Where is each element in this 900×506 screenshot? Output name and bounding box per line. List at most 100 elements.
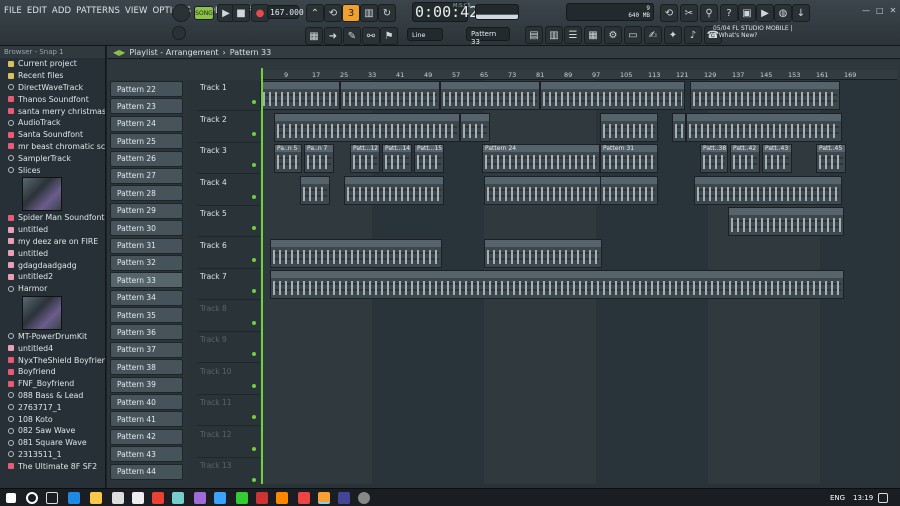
pattern-clip[interactable]: Pattern 24 (482, 144, 600, 173)
browser-item[interactable]: The Ultimate 8F SF2 (0, 460, 105, 472)
clock[interactable]: 13:19 (853, 494, 873, 502)
touch-keyboard-icon[interactable]: ♪ (684, 26, 702, 44)
browser-item[interactable]: NyxTheShield Boyfriend (0, 354, 105, 366)
link-icon[interactable]: ⚯ (362, 27, 380, 45)
track-header[interactable]: Track 5 (198, 206, 260, 237)
pattern-item[interactable]: Pattern 24 (110, 115, 183, 132)
language-indicator[interactable]: ENG (830, 494, 845, 502)
pencil-icon[interactable]: ✎ (343, 27, 361, 45)
track-mute-led[interactable] (252, 415, 256, 419)
browser-item[interactable]: 2763717_1 (0, 401, 105, 413)
track-mute-led[interactable] (252, 163, 256, 167)
app-icon-8[interactable] (338, 492, 350, 504)
browser-item[interactable]: FNF_Boyfriend (0, 378, 105, 390)
metronome-icon[interactable]: ⌃ (306, 4, 324, 22)
browser-item[interactable]: Harmor (0, 283, 105, 295)
browser-item[interactable]: untitled (0, 247, 105, 259)
pattern-item[interactable]: Pattern 28 (110, 185, 183, 202)
save-icon[interactable]: ▣ (738, 4, 756, 22)
timeline-ruler[interactable]: 9 17 25 33 41 49 57 65 73 81 89 97 105 113 121 129 137 14… (260, 70, 897, 80)
pattern-clip[interactable]: Pattern 31 (600, 144, 658, 173)
track-mute-led[interactable] (252, 194, 256, 199)
browser-item[interactable]: Recent files (0, 70, 105, 82)
track-header[interactable]: Track 4 (198, 175, 260, 206)
browser-item[interactable]: Boyfriend (0, 366, 105, 378)
tempo-display[interactable]: 167.000 (267, 5, 304, 19)
track-mute-led[interactable] (252, 478, 256, 482)
pattern-item[interactable]: Pattern 39 (110, 376, 183, 393)
browser-item[interactable]: 2313511_1 (0, 449, 105, 461)
pattern-clip[interactable] (694, 175, 842, 205)
browser-item[interactable]: 082 Saw Wave (0, 425, 105, 437)
app-icon-7[interactable] (298, 492, 310, 504)
playhead[interactable] (261, 68, 263, 484)
search-icon[interactable] (26, 492, 38, 504)
countdown-icon[interactable]: 3 (342, 4, 360, 22)
app-icon-9[interactable] (358, 492, 370, 504)
script-icon[interactable]: ✍ (644, 26, 662, 44)
app-icon-3[interactable] (214, 492, 226, 504)
chat-icon[interactable]: ◍ (774, 4, 792, 22)
cut-icon[interactable]: ✂ (680, 4, 698, 22)
song-mode-button[interactable]: SONG (194, 6, 214, 20)
browser-item[interactable]: DirectWaveTrack (0, 82, 105, 94)
pattern-item[interactable]: Pattern 36 (110, 324, 183, 341)
track-mute-led[interactable] (252, 446, 256, 451)
master-pitch-knob[interactable] (172, 26, 186, 40)
pattern-clip[interactable] (300, 175, 330, 205)
wait-record-icon[interactable]: ⟲ (324, 4, 342, 22)
help-icon[interactable]: ? (720, 4, 738, 22)
pattern-clip[interactable]: Patt..42 (730, 144, 760, 173)
maximize-icon[interactable]: □ (876, 6, 884, 15)
pattern-clip[interactable] (540, 81, 685, 110)
pattern-clip[interactable]: Patt..43 (762, 144, 792, 173)
pattern-item[interactable]: Pattern 44 (110, 463, 183, 480)
pattern-clip[interactable] (460, 112, 490, 142)
browser-item[interactable]: 108 Koto (0, 413, 105, 425)
pattern-clip[interactable]: Patt...14 (382, 144, 412, 173)
notification-icon[interactable] (878, 493, 888, 503)
menu-item-patterns[interactable]: PATTERNS (76, 6, 120, 16)
loop-record-icon[interactable]: ↻ (378, 4, 396, 22)
arrow-icon[interactable]: ➜ (324, 27, 342, 45)
pattern-item[interactable]: Pattern 25 (110, 133, 183, 150)
pattern-item[interactable]: Pattern 35 (110, 307, 183, 324)
pattern-clip[interactable] (728, 207, 844, 236)
pattern-clip[interactable] (484, 175, 602, 205)
pattern-item[interactable]: Pattern 30 (110, 220, 183, 237)
menu-item-view[interactable]: VIEW (125, 6, 148, 16)
browser-item[interactable]: untitled (0, 224, 105, 236)
pattern-clip[interactable]: Patt..45 (816, 144, 846, 173)
track-mute-led[interactable] (252, 100, 256, 104)
browser-item[interactable]: Santa Soundfont (0, 129, 105, 141)
browser-item[interactable]: Thanos Soundfont (0, 93, 105, 105)
pattern-item[interactable]: Pattern 32 (110, 254, 183, 271)
store-icon[interactable] (112, 492, 124, 504)
pattern-item[interactable]: Pattern 31 (110, 237, 183, 254)
track-header[interactable]: Track 12 (198, 427, 260, 458)
browser-title[interactable]: Browser - Snap 1 (0, 46, 105, 58)
browser-item[interactable]: AudioTrack (0, 117, 105, 129)
pattern-clip[interactable]: Pa..n 5 (274, 144, 302, 173)
menu-item-add[interactable]: ADD (52, 6, 71, 16)
track-mute-led[interactable] (252, 131, 256, 136)
pattern-clip[interactable] (340, 81, 440, 110)
minimize-icon[interactable]: — (862, 6, 870, 15)
pattern-clip[interactable] (672, 112, 686, 142)
fl-studio-icon[interactable] (318, 492, 330, 504)
pattern-item[interactable]: Pattern 38 (110, 359, 183, 376)
mail-icon[interactable] (132, 492, 144, 504)
stamp-icon[interactable]: ⚑ (380, 27, 398, 45)
track-mute-led[interactable] (252, 226, 256, 230)
pattern-clip[interactable] (600, 112, 658, 142)
pattern-item[interactable]: Pattern 29 (110, 202, 183, 219)
track-header[interactable]: Track 2 (198, 112, 260, 143)
app-icon-2[interactable] (194, 492, 206, 504)
pattern-clip[interactable]: Patt...12 (350, 144, 380, 173)
track-header[interactable]: Track 11 (198, 395, 260, 426)
pattern-item[interactable]: Pattern 22 (110, 81, 183, 97)
app-icon-4[interactable] (236, 492, 248, 504)
track-header[interactable]: Track 13 (198, 458, 260, 489)
stop-button[interactable]: ■ (232, 4, 250, 22)
mic-icon[interactable]: ⚲ (700, 4, 718, 22)
